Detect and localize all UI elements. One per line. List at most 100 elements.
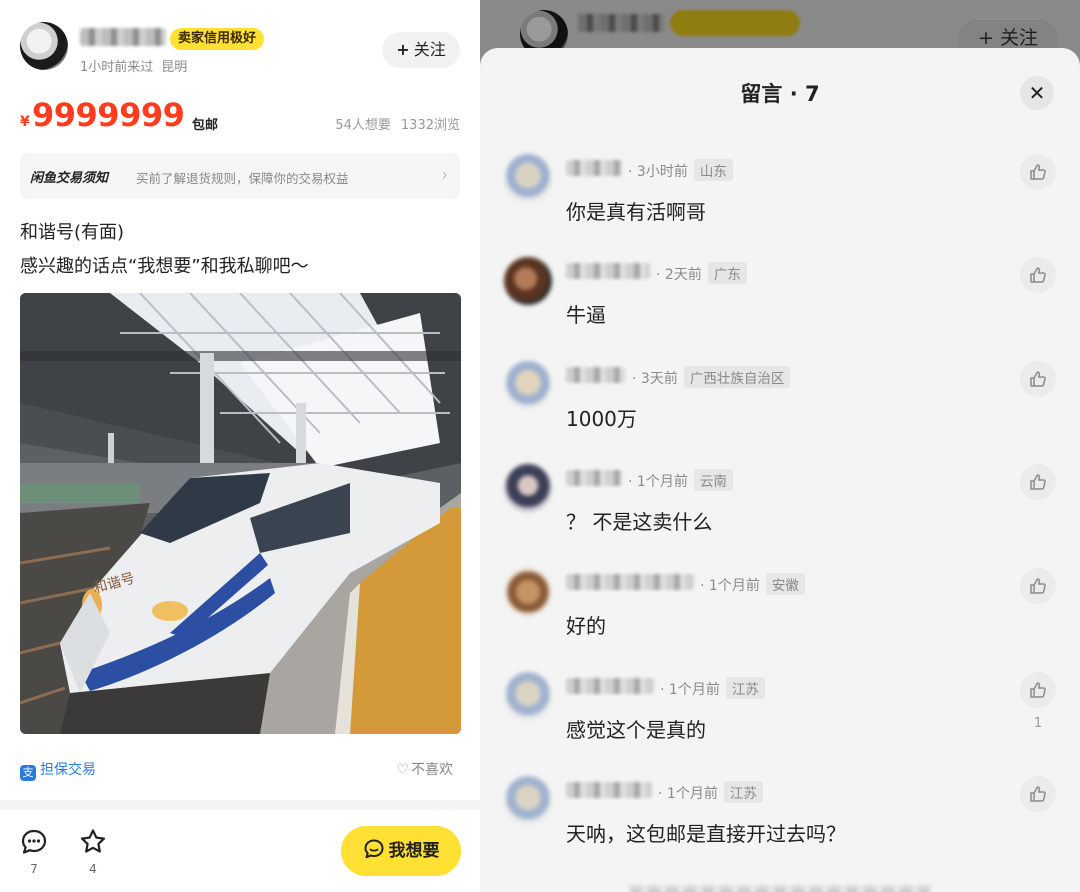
separator-dot: · [628, 164, 637, 180]
thumbs-up-icon [1030, 786, 1046, 802]
comment-button[interactable]: 7 [19, 828, 49, 876]
comment-text: 天呐，这包邮是直接开过去吗？ [566, 822, 846, 846]
seller-avatar[interactable] [20, 22, 68, 70]
comment-meta: · 1个月前 云南 [628, 469, 733, 491]
separator-dot: · [658, 786, 667, 802]
notice-title: 闲鱼交易须知 [30, 171, 109, 186]
thumbs-up-icon [1030, 267, 1046, 283]
like-button[interactable] [1020, 154, 1056, 190]
commenter-name-blurred [566, 367, 626, 383]
thumbs-up-icon [1030, 164, 1046, 180]
commenter-name-blurred [566, 470, 622, 486]
guarantee-link[interactable]: 支担保交易 [20, 759, 96, 781]
like-button[interactable] [1020, 257, 1056, 293]
listing-panel: 卖家信用极好 1小时前来过 昆明 + 关注 ¥ 9999999 包邮 54人想要 13… [0, 0, 480, 892]
comment-meta: · 1个月前 安徽 [700, 573, 805, 595]
comment-item[interactable]: · 1个月前 云南 ？ 不是这卖什么 [504, 464, 1064, 564]
like-count: 1 [1033, 716, 1043, 731]
thumbs-up-icon [1030, 682, 1046, 698]
comment-location: 山东 [693, 159, 733, 181]
commenter-name-blurred [566, 574, 694, 590]
comment-item[interactable]: · 3天前 广西壮族自治区 1000万 [504, 361, 1064, 461]
sheet-footer-blurred [630, 886, 930, 892]
bottom-action-bar: 7 4 我想要 [0, 810, 480, 892]
commenter-name-blurred [566, 263, 650, 279]
separator-dot: · [656, 267, 665, 283]
like-button[interactable] [1020, 776, 1056, 812]
price-row: ¥ 9999999 包邮 54人想要 1332浏览 [20, 96, 460, 136]
separator-dot: · [632, 371, 641, 387]
comment-location: 广西壮族自治区 [683, 366, 791, 388]
i-want-button[interactable]: 我想要 [341, 826, 461, 876]
comment-meta: · 1个月前 江苏 [660, 677, 765, 699]
thumbs-up-icon [1030, 578, 1046, 594]
like-button[interactable] [1020, 464, 1056, 500]
like-button[interactable] [1020, 672, 1056, 708]
seller-name-blurred [80, 28, 166, 46]
star-icon [80, 829, 106, 853]
comment-icon [21, 829, 47, 854]
comment-meta: · 3天前 广西壮族自治区 [632, 366, 791, 388]
thumbs-up-icon [1030, 371, 1046, 387]
commenter-name-blurred [566, 782, 652, 798]
comment-time: 3天前 [640, 371, 678, 387]
free-shipping-label: 包邮 [192, 118, 219, 133]
views-count: 1332浏览 [400, 118, 460, 133]
comment-item[interactable]: · 1个月前 江苏感觉这个是真的 1 [504, 672, 1064, 772]
comment-time: 1个月前 [668, 682, 720, 698]
dimmed-follow-label: 关注 [999, 27, 1038, 49]
comment-text: 感觉这个是真的 [566, 718, 706, 742]
seller-city: 昆明 [161, 60, 188, 75]
like-button[interactable] [1020, 568, 1056, 604]
notice-text: 买前了解退货规则，保障你的交易权益 [136, 171, 349, 186]
seller-meta: 1小时前来过 昆明 [80, 56, 187, 75]
like-button[interactable] [1020, 361, 1056, 397]
comment-location: 江苏 [725, 677, 765, 699]
dislike-button[interactable]: ♡ 不喜欢 [396, 759, 453, 779]
comment-location: 云南 [693, 469, 733, 491]
close-icon[interactable]: ✕ [1020, 76, 1054, 110]
seller-last-seen: 1小时前来过 [80, 60, 154, 75]
commenter-avatar[interactable] [504, 776, 552, 824]
trade-notice[interactable]: 闲鱼交易须知 买前了解退货规则，保障你的交易权益 › [20, 153, 460, 199]
comment-item[interactable]: · 1个月前 安徽 好的 [504, 568, 1064, 668]
dimmed-seller-name [578, 14, 664, 32]
comment-item[interactable]: · 1个月前 江苏天呐，这包邮是直接开过去吗？ [504, 776, 1064, 876]
plus-icon: + [396, 40, 410, 59]
comment-location: 安徽 [765, 573, 805, 595]
comments-sheet: 留言 · 7 ✕ · 3小时前 山东 你是真有活啊哥 · 2天前 广东 牛逼 · 3天前 广西… [480, 48, 1080, 892]
commenter-avatar[interactable] [504, 672, 552, 720]
favorite-button[interactable]: 4 [78, 828, 108, 876]
comment-time: 3小时前 [636, 164, 688, 180]
commenter-avatar[interactable] [504, 154, 552, 202]
section-divider [0, 800, 480, 810]
commenter-name-blurred [566, 678, 654, 694]
commenter-avatar[interactable] [504, 568, 552, 616]
dimmed-badge [670, 10, 800, 36]
guarantee-label: 担保交易 [40, 762, 96, 778]
seller-header: 卖家信用极好 1小时前来过 昆明 + 关注 [20, 22, 460, 78]
thumbs-up-icon [1030, 474, 1046, 490]
train-station-illustration: 和谐号 [20, 293, 461, 734]
price-amount: 9999999 [32, 96, 185, 134]
description-line-1: 和谐号(有面) [20, 222, 125, 243]
commenter-avatar[interactable] [504, 257, 552, 305]
comment-meta: · 1个月前 江苏 [658, 781, 763, 803]
comment-item[interactable]: · 3小时前 山东你是真有活啊哥 [504, 154, 1064, 254]
comment-meta: · 2天前 广东 [656, 262, 747, 284]
comment-location: 广东 [707, 262, 747, 284]
comment-time: 2天前 [664, 267, 702, 283]
follow-button[interactable]: + 关注 [382, 32, 460, 68]
chat-icon [364, 839, 383, 859]
currency-symbol: ¥ [20, 114, 30, 130]
comment-item[interactable]: · 2天前 广东 牛逼 [504, 257, 1064, 357]
listing-photo[interactable]: 和谐号 [20, 293, 461, 734]
commenter-avatar[interactable] [504, 361, 552, 409]
alipay-icon: 支 [20, 765, 36, 781]
comment-text: 你是真有活啊哥 [566, 200, 706, 224]
comment-time: 1个月前 [666, 786, 718, 802]
comment-location: 江苏 [723, 781, 763, 803]
commenter-avatar[interactable] [504, 464, 552, 512]
comments-panel: + 关注 留言 · 7 ✕ · 3小时前 山东 你是真有活啊哥 · 2天前 广东 牛逼 · … [480, 0, 1080, 892]
follow-label: 关注 [413, 40, 446, 59]
